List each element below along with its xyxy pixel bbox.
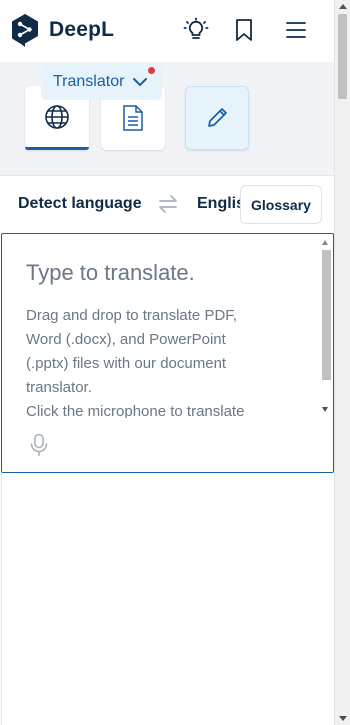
globe-icon [45,104,69,129]
app-header: DeepL [0,0,334,62]
source-text-input[interactable]: Type to translate. Drag and drop to tran… [1,233,334,473]
source-scroll-up-icon[interactable] [322,240,328,245]
document-icon [123,105,143,131]
language-bar: Detect language English (US) Glossary [0,176,334,233]
hint-line: (.pptx) files with our document [26,355,227,372]
translator-dropdown-label: Translator [53,73,125,90]
source-placeholder: Type to translate. [26,260,195,285]
microphone-icon[interactable] [28,433,50,457]
pencil-icon [208,108,227,127]
source-scrollbar-thumb[interactable] [322,250,331,380]
saved-translations-button[interactable] [230,16,258,44]
deepl-logo-icon [12,14,38,47]
hint-line: Click the microphone to translate [26,403,245,418]
source-hint: Drag and drop to translate PDF, Word (.d… [26,304,286,418]
source-scroll-down-icon[interactable] [322,407,328,412]
notification-dot [148,67,155,74]
tips-button[interactable] [182,16,210,44]
hint-line: translator. [26,379,92,396]
brand-name: DeepL [49,18,115,41]
write-tab[interactable] [185,86,249,150]
translation-panel: Detect language English (US) Glossary Ty… [0,175,334,725]
chevron-down-icon [133,78,148,87]
source-scrollbar[interactable] [321,238,331,414]
lightbulb-icon [183,17,209,39]
target-text-output[interactable] [1,473,334,725]
hint-line: Word (.docx), and PowerPoint [26,331,226,348]
hint-line: Drag and drop to translate PDF, [26,307,237,324]
bookmark-icon [236,19,252,41]
scroll-up-arrow-icon[interactable] [339,4,347,9]
menu-button[interactable] [282,16,310,44]
glossary-button[interactable]: Glossary [240,185,322,224]
page-scrollbar-thumb[interactable] [338,14,347,99]
hamburger-menu-icon [286,22,306,38]
translator-dropdown[interactable]: Translator [41,64,163,100]
scroll-down-arrow-icon[interactable] [339,716,347,721]
deepl-logo[interactable]: DeepL [10,13,114,47]
swap-arrows-icon[interactable] [157,193,179,215]
source-language-select[interactable]: Detect language [18,195,142,213]
source-text-content[interactable]: Type to translate. Drag and drop to tran… [26,260,286,418]
page-scrollbar[interactable] [334,0,350,725]
